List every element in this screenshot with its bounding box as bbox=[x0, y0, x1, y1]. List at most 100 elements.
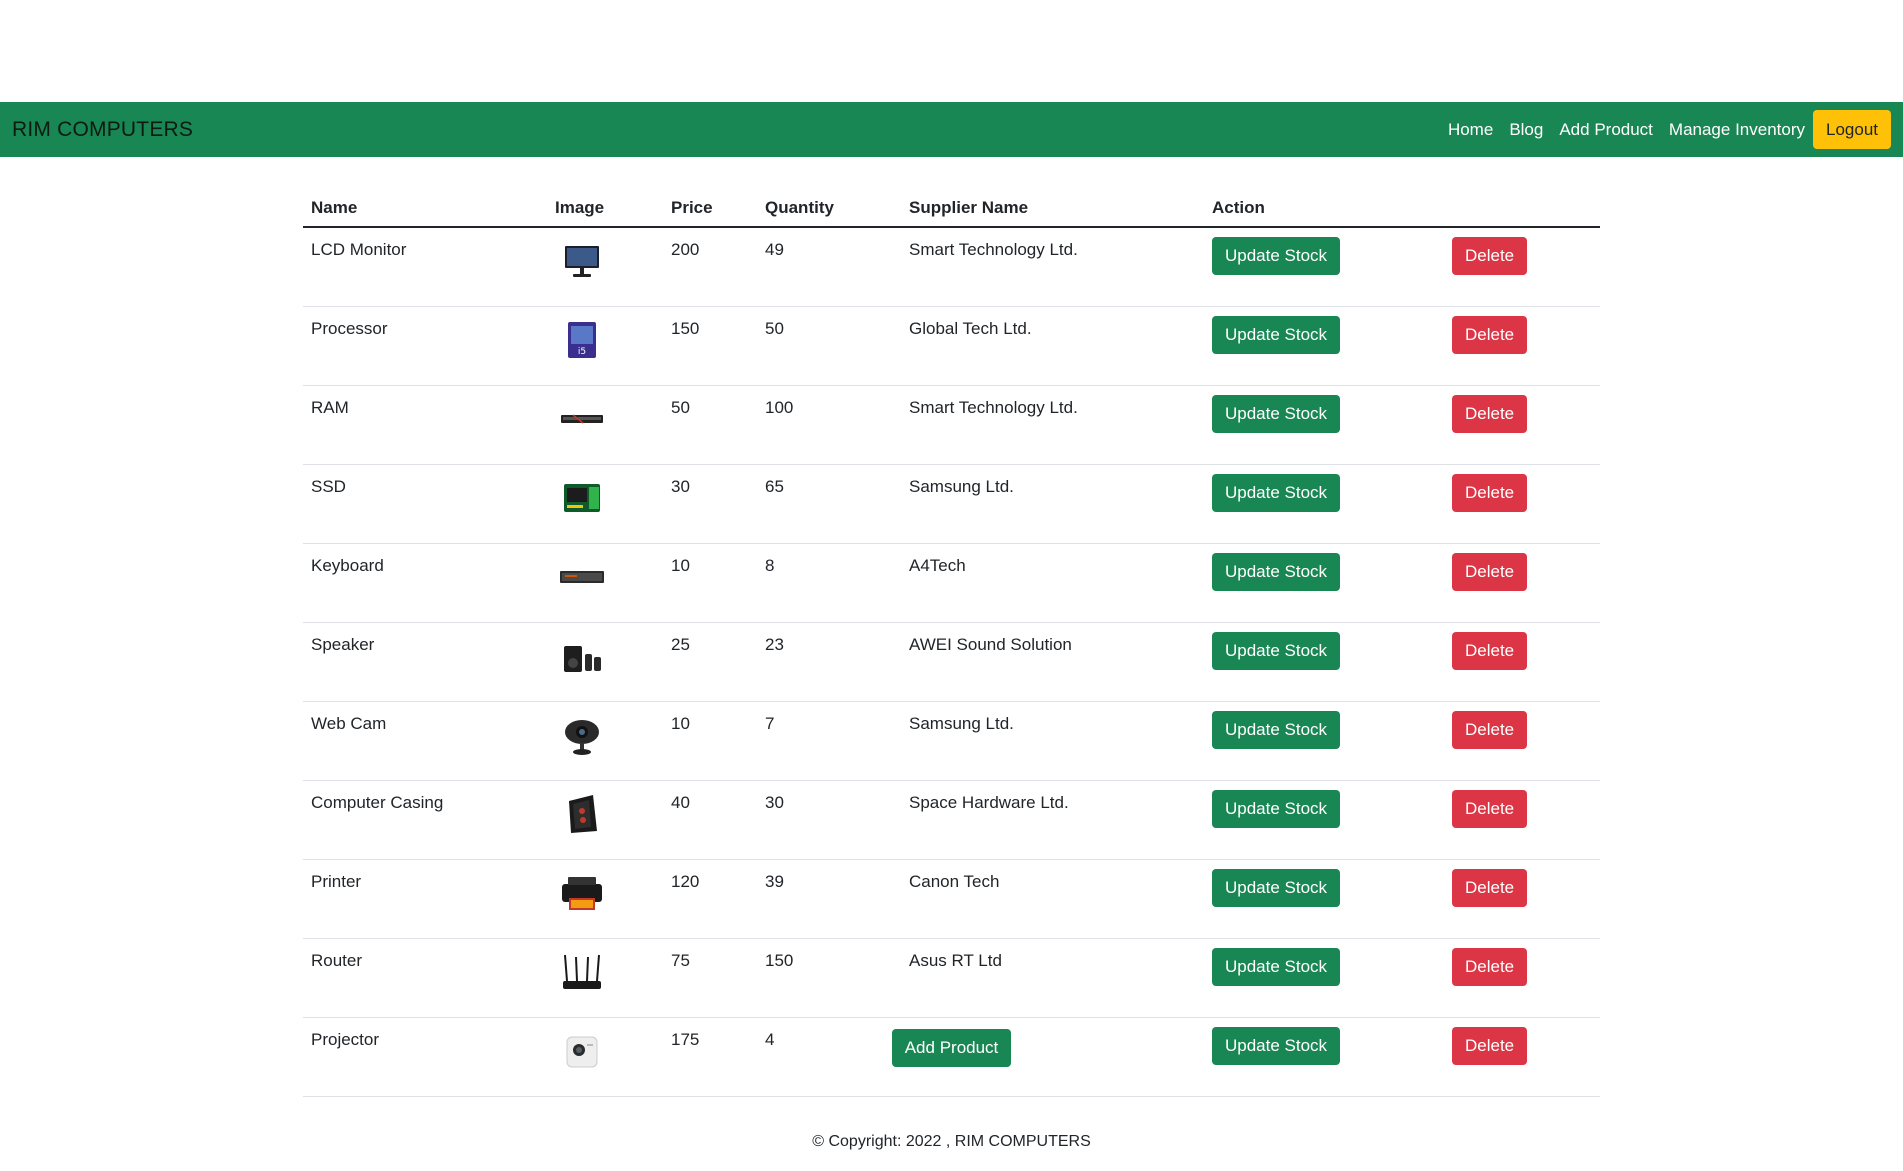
product-quantity: 49 bbox=[757, 227, 901, 307]
update-cell: Update Stock bbox=[1204, 464, 1444, 544]
header-price: Price bbox=[663, 190, 757, 228]
delete-button[interactable]: Delete bbox=[1452, 869, 1528, 907]
product-price: 10 bbox=[663, 701, 757, 781]
delete-cell: Delete bbox=[1444, 385, 1600, 465]
product-name: SSD bbox=[303, 464, 547, 544]
delete-button[interactable]: Delete bbox=[1452, 948, 1528, 986]
update-stock-button[interactable]: Update Stock bbox=[1212, 237, 1341, 275]
update-stock-button[interactable]: Update Stock bbox=[1212, 632, 1341, 670]
ssd-icon bbox=[564, 484, 600, 512]
update-cell: Update Stock bbox=[1204, 701, 1444, 781]
table-row: RAM 50 100 Smart Technology Ltd. Update Stoc… bbox=[303, 385, 1600, 465]
speaker-icon bbox=[564, 646, 601, 672]
header-quantity: Quantity bbox=[757, 190, 901, 228]
table-row: Router 75 150 Asus RT Ltd Update Stock Delete bbox=[303, 938, 1600, 1018]
product-name: Computer Casing bbox=[303, 780, 547, 860]
table-body: LCD Monitor 200 49 Smart Technology Ltd. Upd… bbox=[303, 227, 1600, 1097]
table-row: Computer Casing 40 30 Space Hardware Ltd. Up… bbox=[303, 780, 1600, 860]
delete-button[interactable]: Delete bbox=[1452, 790, 1528, 828]
table-header-row: Name Image Price Quantity Supplier Name … bbox=[303, 190, 1600, 228]
product-quantity: 23 bbox=[757, 622, 901, 702]
product-image-cell bbox=[547, 938, 663, 1018]
header-empty bbox=[1444, 190, 1600, 228]
footer-copyright: © Copyright: 2022 , RIM COMPUTERS bbox=[812, 1133, 1091, 1150]
product-name: RAM bbox=[303, 385, 547, 465]
product-quantity: 100 bbox=[757, 385, 901, 465]
product-price: 10 bbox=[663, 543, 757, 623]
product-supplier: Smart Technology Ltd. bbox=[901, 227, 1204, 307]
product-quantity: 30 bbox=[757, 780, 901, 860]
product-quantity: 7 bbox=[757, 701, 901, 781]
delete-button[interactable]: Delete bbox=[1452, 316, 1528, 354]
product-image-cell bbox=[547, 622, 663, 702]
product-supplier: AWEI Sound Solution bbox=[901, 622, 1204, 702]
product-name: Web Cam bbox=[303, 701, 547, 781]
product-supplier: Canon Tech bbox=[901, 859, 1204, 939]
processor-icon: i5 bbox=[568, 322, 596, 358]
update-cell: Update Stock bbox=[1204, 622, 1444, 702]
table-row: Processor i5 150 50 Global Tech Ltd. Update S… bbox=[303, 306, 1600, 386]
header-supplier-name: Supplier Name bbox=[901, 190, 1204, 228]
update-cell: Update Stock bbox=[1204, 938, 1444, 1018]
product-quantity: 8 bbox=[757, 543, 901, 623]
delete-button[interactable]: Delete bbox=[1452, 237, 1528, 275]
product-quantity: 39 bbox=[757, 859, 901, 939]
update-cell: Update Stock bbox=[1204, 859, 1444, 939]
product-price: 40 bbox=[663, 780, 757, 860]
update-cell: Update Stock bbox=[1204, 227, 1444, 307]
delete-button[interactable]: Delete bbox=[1452, 395, 1528, 433]
product-image-cell bbox=[547, 780, 663, 860]
delete-button[interactable]: Delete bbox=[1452, 632, 1528, 670]
product-price: 200 bbox=[663, 227, 757, 307]
product-image-cell bbox=[547, 701, 663, 781]
update-cell: Update Stock bbox=[1204, 780, 1444, 860]
nav-link-home[interactable]: Home bbox=[1440, 120, 1501, 140]
product-supplier: Samsung Ltd. bbox=[901, 464, 1204, 544]
inventory-table-container: Name Image Price Quantity Supplier Name … bbox=[303, 190, 1600, 1097]
delete-button[interactable]: Delete bbox=[1452, 711, 1528, 749]
update-cell: Update Stock bbox=[1204, 306, 1444, 386]
product-image-cell: i5 bbox=[547, 306, 663, 386]
update-stock-button[interactable]: Update Stock bbox=[1212, 395, 1341, 433]
update-cell: Update Stock bbox=[1204, 385, 1444, 465]
delete-cell: Delete bbox=[1444, 859, 1600, 939]
header-name: Name bbox=[303, 190, 547, 228]
delete-cell: Delete bbox=[1444, 227, 1600, 307]
header-image: Image bbox=[547, 190, 663, 228]
update-stock-button[interactable]: Update Stock bbox=[1212, 948, 1341, 986]
update-stock-button[interactable]: Update Stock bbox=[1212, 474, 1341, 512]
nav-links: Home Blog Add Product Manage Inventory L… bbox=[1440, 110, 1891, 149]
add-product-button[interactable]: Add Product bbox=[891, 1029, 1012, 1067]
update-stock-button[interactable]: Update Stock bbox=[1212, 316, 1341, 354]
printer-icon bbox=[562, 877, 602, 910]
product-image-cell bbox=[547, 227, 663, 307]
update-stock-button[interactable]: Update Stock bbox=[1212, 790, 1341, 828]
delete-button[interactable]: Delete bbox=[1452, 553, 1528, 591]
delete-cell: Delete bbox=[1444, 780, 1600, 860]
nav-link-blog[interactable]: Blog bbox=[1501, 120, 1551, 140]
update-stock-button[interactable]: Update Stock bbox=[1212, 553, 1341, 591]
keyboard-icon bbox=[560, 571, 604, 583]
update-stock-button[interactable]: Update Stock bbox=[1212, 869, 1341, 907]
nav-link-manage-inventory[interactable]: Manage Inventory bbox=[1661, 120, 1813, 140]
table-row: Printer 120 39 Canon Tech Update Stock Delete bbox=[303, 859, 1600, 939]
product-image-cell bbox=[547, 464, 663, 544]
product-price: 150 bbox=[663, 306, 757, 386]
nav-link-add-product[interactable]: Add Product bbox=[1551, 120, 1661, 140]
ram-icon bbox=[561, 414, 603, 424]
product-supplier: Asus RT Ltd bbox=[901, 938, 1204, 1018]
logout-button[interactable]: Logout bbox=[1813, 110, 1891, 149]
webcam-icon bbox=[565, 720, 599, 755]
delete-cell: Delete bbox=[1444, 306, 1600, 386]
update-stock-button[interactable]: Update Stock bbox=[1212, 711, 1341, 749]
product-name: Router bbox=[303, 938, 547, 1018]
delete-cell: Delete bbox=[1444, 464, 1600, 544]
table-row: LCD Monitor 200 49 Smart Technology Ltd. Upd… bbox=[303, 227, 1600, 307]
product-supplier: Samsung Ltd. bbox=[901, 701, 1204, 781]
product-price: 30 bbox=[663, 464, 757, 544]
brand-logo-text[interactable]: RIM COMPUTERS bbox=[12, 118, 193, 142]
add-product-area: Add Product bbox=[0, 1029, 1903, 1067]
product-name: Keyboard bbox=[303, 543, 547, 623]
inventory-table: Name Image Price Quantity Supplier Name … bbox=[303, 190, 1600, 1097]
delete-button[interactable]: Delete bbox=[1452, 474, 1528, 512]
